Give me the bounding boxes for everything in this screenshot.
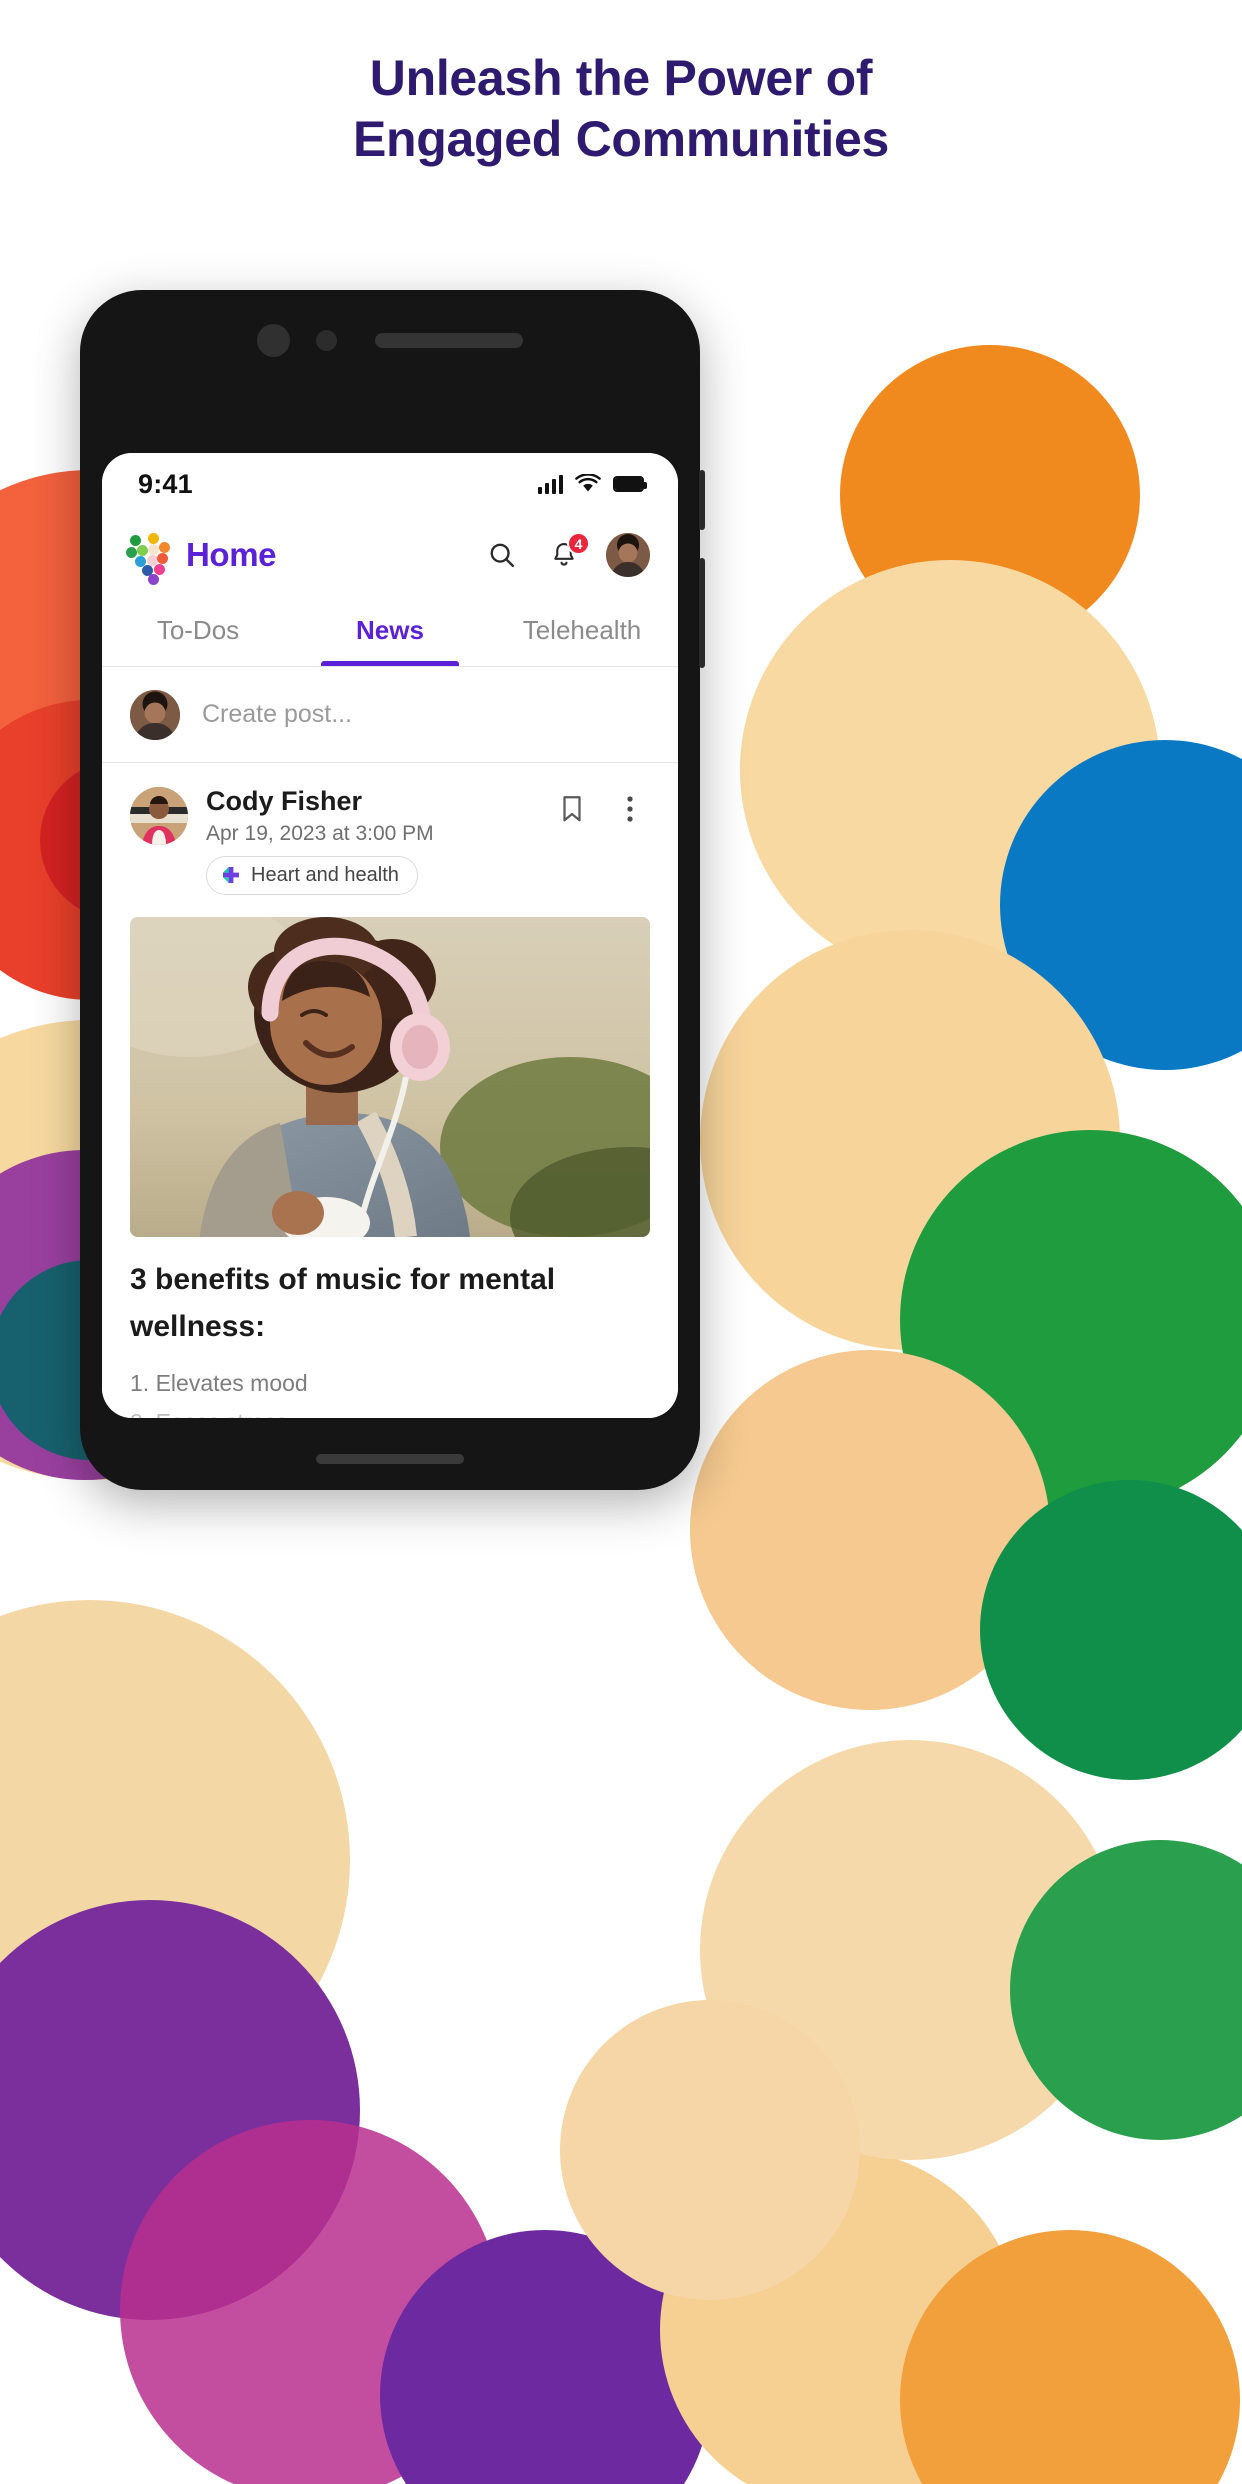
post-more-button[interactable] bbox=[610, 789, 650, 829]
home-indicator bbox=[316, 1454, 464, 1464]
create-post-input[interactable]: Create post... bbox=[202, 700, 352, 729]
status-icons bbox=[538, 474, 647, 494]
bookmark-icon bbox=[563, 796, 581, 822]
phone-screen: 9:41 Home 4 To-Dos News Telehealth Creat… bbox=[102, 453, 678, 1418]
avatar-image bbox=[130, 689, 180, 740]
volume-down-button[interactable] bbox=[699, 558, 705, 668]
news-feed: Cody Fisher Apr 19, 2023 at 3:00 PM Hear… bbox=[102, 763, 678, 1418]
tab-telehealth[interactable]: Telehealth bbox=[486, 595, 678, 666]
front-camera-icon bbox=[257, 323, 290, 357]
tab-bar: To-Dos News Telehealth bbox=[102, 595, 678, 667]
list-item: 1. Elevates mood bbox=[130, 1370, 308, 1397]
headline-line-1: Unleash the Power of bbox=[369, 50, 873, 106]
app-store-screenshot: Unleash the Power of Engaged Communities… bbox=[0, 0, 1242, 2484]
post-author-name: Cody Fisher bbox=[206, 786, 363, 816]
tab-news[interactable]: News bbox=[294, 595, 486, 666]
post-tag-label: Heart and health bbox=[251, 864, 399, 887]
avatar-image bbox=[130, 787, 188, 845]
app-header: Home 4 bbox=[102, 515, 678, 595]
community-dots-logo-icon bbox=[126, 531, 174, 585]
profile-avatar[interactable] bbox=[606, 533, 650, 577]
post-body: 3 benefits of music for mental wellness:… bbox=[102, 1237, 678, 1418]
status-time: 9:41 bbox=[138, 468, 193, 499]
tab-to-dos[interactable]: To-Dos bbox=[102, 595, 294, 666]
phone-sensors bbox=[80, 322, 700, 358]
battery-full-icon bbox=[613, 476, 647, 492]
post-list: 1. Elevates mood 2. Eases stress 3. Stim… bbox=[130, 1364, 650, 1418]
list-item: 2. Eases stress bbox=[130, 1403, 650, 1418]
page-title: Unleash the Power of Engaged Communities bbox=[0, 0, 1242, 170]
wifi-icon bbox=[575, 474, 601, 492]
post-tag-chip[interactable]: Heart and health bbox=[206, 856, 418, 896]
earpiece-speaker bbox=[375, 332, 523, 348]
brand: Home bbox=[126, 531, 277, 585]
post-meta: Cody Fisher Apr 19, 2023 at 3:00 PM Hear… bbox=[206, 785, 534, 896]
sensor-icon bbox=[316, 329, 337, 351]
header-actions: 4 bbox=[482, 532, 650, 577]
volume-up-button[interactable] bbox=[699, 470, 705, 530]
woman-with-headphones-photo bbox=[130, 917, 650, 1238]
phone-mockup: 9:41 Home 4 To-Dos News Telehealth Creat… bbox=[80, 290, 705, 1490]
search-button[interactable] bbox=[482, 535, 522, 575]
post-header: Cody Fisher Apr 19, 2023 at 3:00 PM Hear… bbox=[102, 785, 678, 896]
bookmark-button[interactable] bbox=[552, 789, 592, 829]
page-title-home: Home bbox=[186, 536, 277, 573]
post-author-avatar[interactable] bbox=[130, 787, 188, 845]
current-user-avatar bbox=[130, 689, 180, 740]
status-bar: 9:41 bbox=[102, 453, 678, 515]
post-header-actions bbox=[552, 785, 650, 829]
feed-post: Cody Fisher Apr 19, 2023 at 3:00 PM Hear… bbox=[102, 763, 678, 1418]
notifications-button[interactable]: 4 bbox=[544, 532, 590, 575]
post-timestamp: Apr 19, 2023 at 3:00 PM bbox=[206, 822, 434, 846]
search-icon bbox=[490, 543, 514, 567]
avatar-image bbox=[606, 533, 650, 577]
medical-cross-icon bbox=[220, 865, 242, 887]
headline-line-2: Engaged Communities bbox=[352, 111, 890, 167]
more-vertical-icon bbox=[627, 796, 633, 822]
cellular-signal-icon bbox=[538, 474, 563, 494]
notification-badge: 4 bbox=[567, 532, 590, 555]
post-image[interactable] bbox=[130, 917, 650, 1238]
create-post-row[interactable]: Create post... bbox=[102, 667, 678, 763]
post-title: 3 benefits of music for mental wellness: bbox=[130, 1263, 556, 1343]
